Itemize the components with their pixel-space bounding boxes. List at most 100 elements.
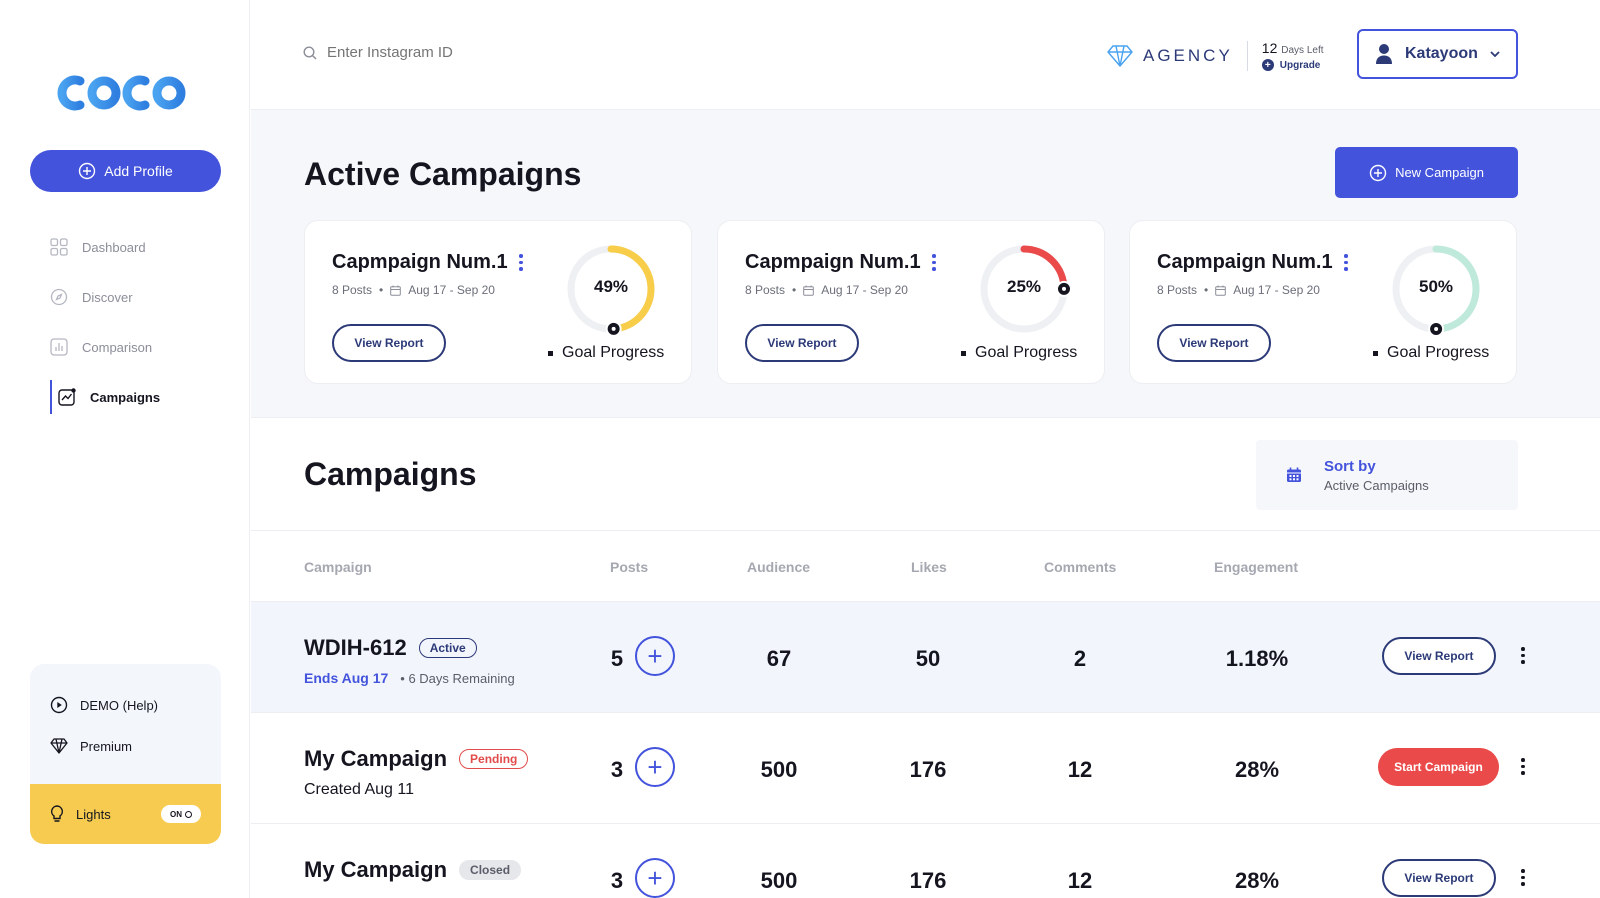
upgrade-label: Upgrade (1279, 59, 1321, 71)
add-post-button[interactable]: + (635, 858, 675, 898)
audience-value: 500 (760, 757, 798, 782)
add-profile-label: Add Profile (104, 163, 173, 179)
grid-icon (50, 238, 68, 256)
goal-percent: 25% (1006, 277, 1042, 296)
app: Add Profile Dashboard Discover Compariso… (0, 0, 1600, 898)
sidebar-nav: Dashboard Discover Comparison Campaigns (50, 222, 230, 422)
user-avatar-icon (1376, 44, 1392, 64)
table-row[interactable]: My Campaign Closed 3 + 500 176 12 28% Vie… (251, 824, 1600, 898)
status-badge: Pending (459, 749, 529, 769)
user-name: Katayoon (1405, 45, 1478, 62)
days-count: 12 (1261, 40, 1278, 56)
likes-value: 50 (915, 646, 941, 671)
card-posts: 8 Posts (745, 283, 786, 297)
header: AGENCY 12 Days Left + Upgrade Katayoon (251, 0, 1600, 110)
card-menu-icon[interactable] (932, 254, 936, 274)
view-report-button[interactable]: View Report (1157, 324, 1271, 362)
view-report-button[interactable]: View Report (1382, 637, 1496, 675)
campaign-ends: Ends Aug 17 (304, 670, 389, 686)
view-report-button[interactable]: View Report (1382, 859, 1496, 897)
new-campaign-label: New Campaign (1395, 165, 1484, 180)
card-title: Capmpaign Num.1 (332, 251, 508, 273)
audience-value: 67 (766, 646, 792, 671)
premium-label: Premium (80, 738, 133, 754)
sidebar-item-discover[interactable]: Discover (50, 272, 230, 322)
card-menu-icon[interactable] (519, 254, 523, 274)
agency-plan: AGENCY 12 Days Left + Upgrade (1107, 40, 1324, 71)
main-content: Active Campaigns New Campaign Capmpaign … (251, 110, 1600, 898)
upgrade-link[interactable]: + Upgrade (1261, 59, 1324, 71)
table-row[interactable]: WDIH-612 Active Ends Aug 17 • 6 Days Remai… (251, 602, 1600, 713)
help-panel: DEMO (Help) Premium Lights ON (30, 664, 221, 844)
comments-value: 2 (1073, 646, 1087, 671)
campaign-card: Capmpaign Num.1 8 Posts • Aug 17 - Sep 20… (717, 220, 1105, 384)
demo-help-label: DEMO (Help) (80, 697, 159, 713)
engagement-value: 28% (1234, 757, 1280, 782)
user-menu[interactable]: Katayoon (1357, 29, 1518, 79)
gauge-knob-center (611, 326, 616, 331)
add-profile-button[interactable]: Add Profile (30, 150, 221, 192)
search-input[interactable] (327, 44, 567, 61)
campaign-chart-icon (58, 388, 76, 406)
search-icon (303, 45, 317, 59)
sidebar-item-label: Campaigns (90, 389, 161, 405)
column-header-audience[interactable]: Audience (747, 559, 810, 575)
coco-logo (57, 75, 186, 111)
chevron-down-icon (1490, 51, 1500, 57)
goal-percent: 49% (593, 277, 629, 296)
calendar-icon (803, 285, 815, 296)
view-report-button[interactable]: View Report (745, 324, 859, 362)
table-row[interactable]: My Campaign Pending Created Aug 11 3 + 50… (251, 713, 1600, 824)
card-dates: Aug 17 - Sep 20 (821, 283, 908, 297)
column-header-engagement[interactable]: Engagement (1214, 559, 1298, 575)
card-meta: 8 Posts • Aug 17 - Sep 20 (332, 283, 495, 297)
likes-value: 176 (909, 868, 947, 893)
bar-chart-icon (50, 338, 68, 356)
engagement-value: 1.18% (1225, 646, 1289, 671)
row-menu-icon[interactable] (1521, 758, 1525, 778)
card-dates: Aug 17 - Sep 20 (408, 283, 495, 297)
campaign-created: Created Aug 11 (304, 781, 415, 798)
goal-label: Goal Progress (562, 344, 665, 361)
campaign-card: Capmpaign Num.1 8 Posts • Aug 17 - Sep 20… (1129, 220, 1517, 384)
plus-icon: + (1261, 59, 1274, 71)
calendar-icon (1215, 285, 1227, 296)
card-meta: 8 Posts • Aug 17 - Sep 20 (745, 283, 908, 297)
diamond-icon (50, 738, 68, 754)
add-post-button[interactable]: + (635, 747, 675, 787)
sidebar-item-comparison[interactable]: Comparison (50, 322, 230, 372)
sort-dropdown[interactable]: Sort by Active Campaigns (1256, 440, 1518, 510)
start-campaign-button[interactable]: Start Campaign (1378, 748, 1499, 786)
card-posts: 8 Posts (1157, 283, 1198, 297)
header-divider (1246, 40, 1248, 71)
card-meta: 8 Posts • Aug 17 - Sep 20 (1157, 283, 1320, 297)
posts-count: 5 (610, 646, 624, 671)
new-campaign-button[interactable]: New Campaign (1335, 147, 1518, 198)
comments-value: 12 (1067, 757, 1093, 782)
toggle-knob (185, 810, 192, 818)
row-menu-icon[interactable] (1521, 647, 1525, 667)
column-header-posts[interactable]: Posts (610, 559, 648, 575)
sidebar-item-campaigns[interactable]: Campaigns (50, 372, 230, 422)
calendar-icon (390, 285, 402, 296)
play-circle-icon (50, 696, 68, 714)
days-left: 12 Days Left + Upgrade (1261, 40, 1324, 71)
goal-percent: 50% (1418, 277, 1454, 296)
column-header-comments[interactable]: Comments (1044, 559, 1116, 575)
row-menu-icon[interactable] (1521, 869, 1525, 889)
sidebar-item-label: Comparison (82, 339, 153, 355)
lights-toggle[interactable]: ON (161, 805, 201, 823)
card-menu-icon[interactable] (1344, 254, 1348, 274)
posts-count: 3 (610, 757, 624, 782)
premium-link[interactable]: Premium (50, 738, 132, 754)
column-header-likes[interactable]: Likes (911, 559, 947, 575)
add-post-button[interactable]: + (635, 636, 675, 676)
campaigns-section: Campaigns Sort by Active Campaigns Campa… (251, 418, 1600, 898)
column-header-campaign[interactable]: Campaign (304, 559, 372, 575)
card-title: Capmpaign Num.1 (1157, 251, 1333, 273)
view-report-button[interactable]: View Report (332, 324, 446, 362)
sidebar-item-dashboard[interactable]: Dashboard (50, 222, 230, 272)
demo-help-link[interactable]: DEMO (Help) (50, 696, 158, 714)
campaigns-title: Campaigns (304, 456, 477, 492)
goal-label: Goal Progress (1387, 344, 1490, 361)
